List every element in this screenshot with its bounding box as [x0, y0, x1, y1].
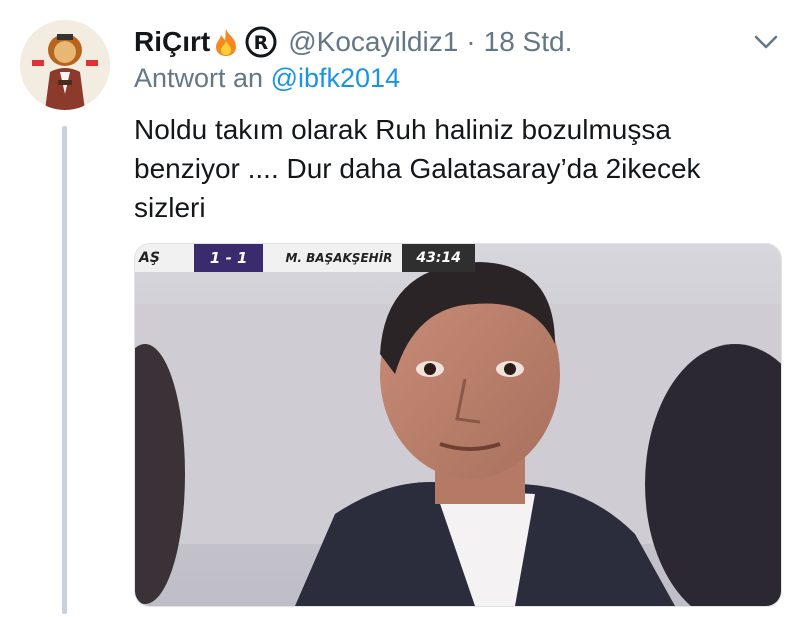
scoreboard-score: 1 - 1 — [193, 244, 264, 272]
tweet-header: RiÇırt R @Kocayildiz1 · 18 Std. — [134, 22, 572, 62]
reply-context: Antwort an @ibfk2014 — [134, 63, 400, 94]
registered-icon: R — [244, 25, 278, 59]
tweet-text: Noldu takım olarak Ruh haliniz bozulmuşs… — [134, 114, 701, 223]
svg-text:R: R — [254, 32, 269, 54]
user-handle[interactable]: @Kocayildiz1 — [288, 26, 458, 58]
media-photo-illustration — [135, 244, 781, 606]
avatar[interactable] — [20, 20, 110, 110]
thread-connector-line — [62, 126, 67, 614]
tweet-media-image[interactable]: AŞ 1 - 1 M. BAŞAKŞEHİR 43:14 — [134, 243, 782, 607]
display-name[interactable]: RiÇırt — [134, 26, 210, 58]
reply-mention-link[interactable]: @ibfk2014 — [271, 63, 401, 93]
reply-prefix: Antwort an — [134, 63, 264, 93]
avatar-lion-icon — [20, 20, 110, 110]
timestamp[interactable]: 18 Std. — [484, 26, 573, 58]
scoreboard-team2: M. BAŞAKŞEHİR — [263, 244, 403, 272]
scoreboard-clock: 43:14 — [402, 244, 475, 272]
flame-icon — [212, 27, 240, 57]
scoreboard-team1: AŞ — [135, 244, 194, 272]
chevron-down-icon[interactable] — [752, 28, 780, 56]
scoreboard-overlay: AŞ 1 - 1 M. BAŞAKŞEHİR 43:14 — [135, 244, 475, 272]
separator-dot: · — [466, 26, 476, 57]
